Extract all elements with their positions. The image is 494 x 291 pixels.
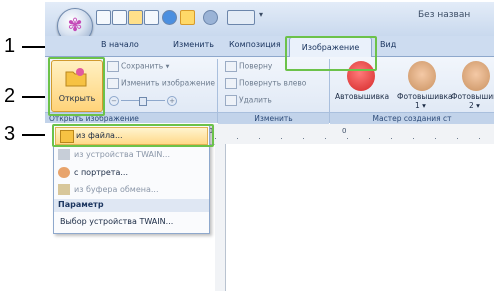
callout-1: 1 (4, 35, 16, 57)
tab-home[interactable]: В начало (101, 40, 139, 49)
highlight-tab-image (285, 36, 377, 71)
highlight-from-file (52, 124, 214, 147)
zoom-slider[interactable]: − + (109, 96, 177, 106)
delete-button[interactable]: Удалить (225, 95, 272, 106)
scanner-icon (58, 149, 70, 160)
portrait-icon (408, 61, 436, 91)
save-button[interactable]: Сохранить ▾ (107, 61, 169, 72)
tab-edit[interactable]: Изменить (173, 40, 214, 49)
portrait-icon (58, 167, 70, 178)
ruler-tick-0: 0 (342, 127, 347, 135)
quick-circle-icon[interactable] (162, 10, 177, 25)
photo-embroidery-1-button[interactable]: Фотовышивка 1 ▾ (397, 59, 453, 110)
title-bar: ✾ ▾ Без назван (45, 2, 494, 44)
callout-2: 2 (4, 85, 16, 107)
flower-icon: ✾ (67, 15, 83, 36)
menu-from-clipboard[interactable]: из буфера обмена... (54, 182, 209, 198)
quick-save-icon[interactable] (144, 10, 159, 25)
portrait-icon (462, 61, 490, 91)
quick-dropdown-icon[interactable]: ▾ (259, 10, 268, 23)
rotate-right-icon (225, 61, 237, 72)
quick-open-icon[interactable] (128, 10, 143, 25)
quick-arrow-icon[interactable] (227, 10, 255, 25)
quick-page-icon[interactable] (112, 10, 127, 25)
slider-thumb[interactable] (139, 97, 147, 106)
ribbon-tabs: В начало Изменить Композиция Изображение… (45, 36, 494, 58)
quick-dot-icon[interactable] (203, 10, 218, 25)
tab-view[interactable]: Вид (380, 40, 396, 49)
image-icon (107, 78, 119, 89)
vertical-ruler (215, 144, 226, 291)
ribbon-panel: Открыть Сохранить ▾ Изменить изображение… (45, 57, 494, 123)
quick-new-icon[interactable] (96, 10, 111, 25)
quick-sun-icon[interactable] (180, 10, 195, 25)
tab-composition[interactable]: Композиция (229, 40, 281, 49)
photo-embroidery-2-button[interactable]: Фотовышив 2 ▾ (451, 59, 494, 110)
menu-from-twain[interactable]: из устройства TWAIN... (54, 147, 209, 163)
clipboard-icon (58, 184, 70, 195)
modify-image-button[interactable]: Изменить изображение (107, 78, 215, 89)
menu-select-twain[interactable]: Выбор устройства TWAIN... (54, 214, 209, 230)
group-edit-label: Изменить (218, 112, 329, 124)
design-canvas[interactable] (215, 144, 494, 291)
rotate-left-button[interactable]: Повернуть влево (225, 78, 306, 89)
window-title: Без назван (418, 10, 471, 20)
group-wizard-label: Мастер создания ст (330, 112, 494, 124)
menu-section-header: Параметр (54, 199, 209, 212)
application-window: ✾ ▾ Без назван В начало Изменить Компози… (45, 2, 494, 291)
callout-3: 3 (4, 123, 16, 145)
rotate-right-button[interactable]: Поверну (225, 61, 272, 72)
highlight-open-button (48, 57, 105, 116)
menu-from-portrait[interactable]: с портрета... (54, 165, 209, 181)
save-icon (107, 61, 119, 72)
delete-icon (225, 95, 237, 106)
rotate-left-icon (225, 78, 237, 89)
